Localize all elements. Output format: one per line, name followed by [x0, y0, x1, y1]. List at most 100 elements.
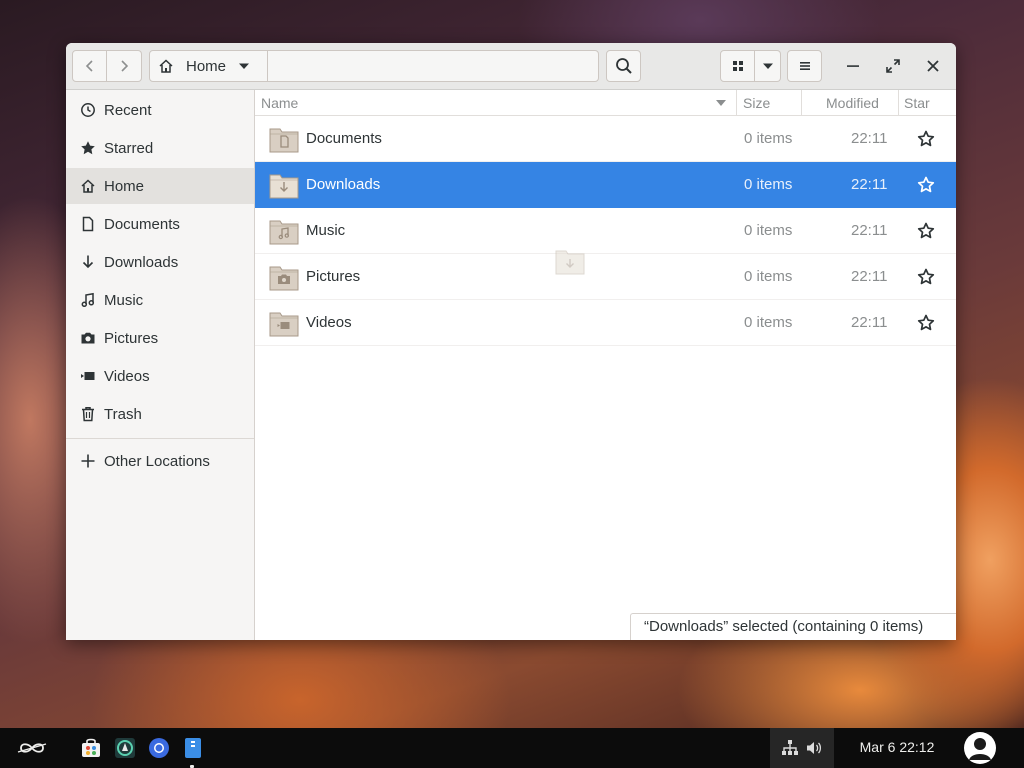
sidebar-item-pictures[interactable]: Pictures [66, 320, 254, 356]
table-row[interactable]: Downloads 0 items 22:11 [255, 162, 956, 208]
video-icon [80, 368, 96, 384]
caret-down-icon [239, 63, 250, 69]
maximize-button[interactable] [876, 50, 910, 82]
infinity-logo-icon [17, 743, 47, 753]
file-modified: 22:11 [851, 314, 888, 331]
grid-icon [732, 61, 743, 71]
sidebar-separator [66, 438, 254, 439]
star-icon[interactable] [917, 268, 935, 286]
clock-icon [80, 102, 96, 118]
file-name: Pictures [306, 268, 361, 285]
status-bar: “Downloads” selected (containing 0 items… [630, 613, 956, 640]
sidebar-item-documents[interactable]: Documents [66, 206, 254, 242]
drag-folder-icon [555, 250, 585, 275]
places-sidebar: Recent Starred Home Documents Downloads … [66, 90, 255, 640]
file-name: Documents [306, 130, 382, 147]
download-icon [80, 254, 96, 270]
sidebar-item-label: Music [104, 291, 144, 309]
network-wired-icon [782, 740, 798, 755]
column-star-header[interactable]: Star [904, 90, 930, 116]
header-bar: Home [66, 43, 956, 90]
sidebar-item-other-locations[interactable]: Other Locations [66, 443, 254, 479]
file-modified: 22:11 [851, 222, 888, 239]
sort-descending-icon [716, 100, 726, 106]
table-row[interactable]: Documents 0 items 22:11 [255, 116, 956, 162]
app-store-icon [82, 738, 100, 757]
star-icon[interactable] [917, 130, 935, 148]
hamburger-icon [799, 62, 810, 70]
sidebar-item-videos[interactable]: Videos [66, 358, 254, 394]
column-size-header[interactable]: Size [743, 90, 770, 116]
chevron-left-icon [85, 60, 93, 72]
plus-icon [80, 453, 96, 469]
avatar-icon [964, 732, 996, 764]
back-button[interactable] [72, 50, 107, 82]
home-icon [80, 178, 96, 194]
taskbar-app-files[interactable] [180, 728, 206, 768]
menu-button[interactable] [787, 50, 822, 82]
trash-icon [80, 406, 96, 422]
forward-button[interactable] [107, 50, 142, 82]
close-icon [927, 60, 939, 72]
folder-icon [269, 266, 299, 291]
file-manager-window: Home Recent Starred Home Documents Downl… [66, 43, 956, 640]
sidebar-item-label: Home [104, 177, 145, 195]
search-icon [615, 58, 632, 74]
minimize-icon [847, 65, 859, 67]
minimize-button[interactable] [836, 50, 870, 82]
file-list-view: Name Size Modified Star Documents 0 items… [255, 90, 956, 640]
column-name-header[interactable]: Name [261, 90, 298, 116]
sidebar-item-trash[interactable]: Trash [66, 396, 254, 432]
star-icon[interactable] [917, 222, 935, 240]
sidebar-item-label: Other Locations [104, 452, 210, 470]
maximize-icon [886, 59, 900, 73]
sidebar-item-home[interactable]: Home [66, 168, 254, 204]
file-size: 0 items [744, 130, 793, 147]
sidebar-item-starred[interactable]: Starred [66, 130, 254, 166]
table-row[interactable]: Videos 0 items 22:11 [255, 300, 956, 346]
view-grid-button[interactable] [720, 50, 755, 82]
files-app-icon [185, 738, 201, 758]
file-name: Music [306, 222, 346, 239]
folder-icon [269, 174, 299, 199]
sidebar-item-label: Downloads [104, 253, 179, 271]
sidebar-item-label: Trash [104, 405, 142, 423]
column-modified-header[interactable]: Modified [826, 90, 879, 116]
camera-icon [80, 330, 96, 346]
table-row[interactable]: Music 0 items 22:11 [255, 208, 956, 254]
chevron-right-icon [121, 60, 129, 72]
folder-icon [269, 128, 299, 153]
search-button[interactable] [606, 50, 641, 82]
music-icon [80, 292, 96, 308]
document-icon [80, 216, 96, 232]
table-row[interactable]: Pictures 0 items 22:11 [255, 254, 956, 300]
clock[interactable]: Mar 6 22:12 [842, 728, 952, 768]
sidebar-item-downloads[interactable]: Downloads [66, 244, 254, 280]
path-home-button[interactable]: Home [150, 51, 268, 81]
star-icon[interactable] [917, 176, 935, 194]
path-bar: Home [149, 50, 599, 82]
taskbar-app-help[interactable] [112, 728, 138, 768]
browser-icon [149, 738, 169, 758]
file-name: Videos [306, 314, 352, 331]
sidebar-item-music[interactable]: Music [66, 282, 254, 318]
close-button[interactable] [916, 50, 950, 82]
sidebar-item-label: Videos [104, 367, 150, 385]
sidebar-item-label: Recent [104, 101, 152, 119]
file-modified: 22:11 [851, 268, 888, 285]
taskbar-app-store[interactable] [78, 728, 104, 768]
activities-button[interactable] [10, 728, 54, 768]
system-tray[interactable] [770, 728, 834, 768]
path-home-label: Home [186, 57, 227, 75]
sidebar-item-recent[interactable]: Recent [66, 92, 254, 128]
sidebar-item-label: Pictures [104, 329, 159, 347]
star-icon[interactable] [917, 314, 935, 332]
file-modified: 22:11 [851, 130, 888, 147]
taskbar-app-browser[interactable] [146, 728, 172, 768]
file-size: 0 items [744, 268, 793, 285]
taskbar: Mar 6 22:12 [0, 728, 1024, 768]
user-menu-button[interactable] [960, 728, 1000, 768]
view-options-button[interactable] [755, 50, 781, 82]
home-icon [159, 59, 173, 73]
file-size: 0 items [744, 222, 793, 239]
